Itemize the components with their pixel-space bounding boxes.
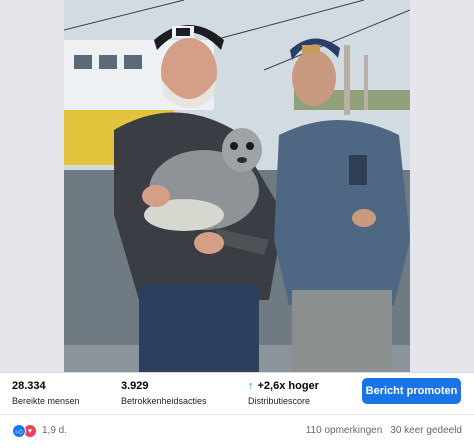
reach-value: 28.334 [12, 380, 46, 392]
shares-link[interactable]: 30 keer gedeeld [390, 425, 462, 436]
reach-label: Bereikte mensen [12, 396, 80, 406]
metric-engagement[interactable]: 3.929 Betrokkenheidsacties [121, 379, 207, 408]
score-value: +2,6x hoger [257, 380, 319, 392]
post-photo[interactable] [64, 0, 410, 372]
engagement-bar: 👍︎ ♥ 1,9 d. 110 opmerkingen 30 keer gede… [0, 414, 474, 448]
engagement-label: Betrokkenheidsacties [121, 396, 207, 406]
reactions-summary[interactable]: 👍︎ ♥ 1,9 d. [12, 424, 67, 438]
photo-illustration [64, 0, 410, 372]
score-label: Distributiescore [248, 396, 311, 406]
score-value-row: ↑ +2,6x hoger [248, 379, 319, 393]
metric-reach[interactable]: 28.334 Bereikte mensen [12, 379, 80, 408]
engagement-counts: 110 opmerkingen 30 keer gedeeld [306, 425, 462, 436]
post-media-frame [0, 0, 474, 372]
promote-post-button[interactable]: Bericht promoten [362, 378, 461, 404]
like-icon: 👍︎ [12, 424, 26, 438]
up-arrow-icon: ↑ [248, 380, 254, 392]
reaction-count: 1,9 d. [42, 425, 68, 436]
comments-link[interactable]: 110 opmerkingen [306, 425, 383, 436]
metric-distribution-score[interactable]: ↑ +2,6x hoger Distributiescore [248, 379, 319, 408]
engagement-value: 3.929 [121, 380, 149, 392]
